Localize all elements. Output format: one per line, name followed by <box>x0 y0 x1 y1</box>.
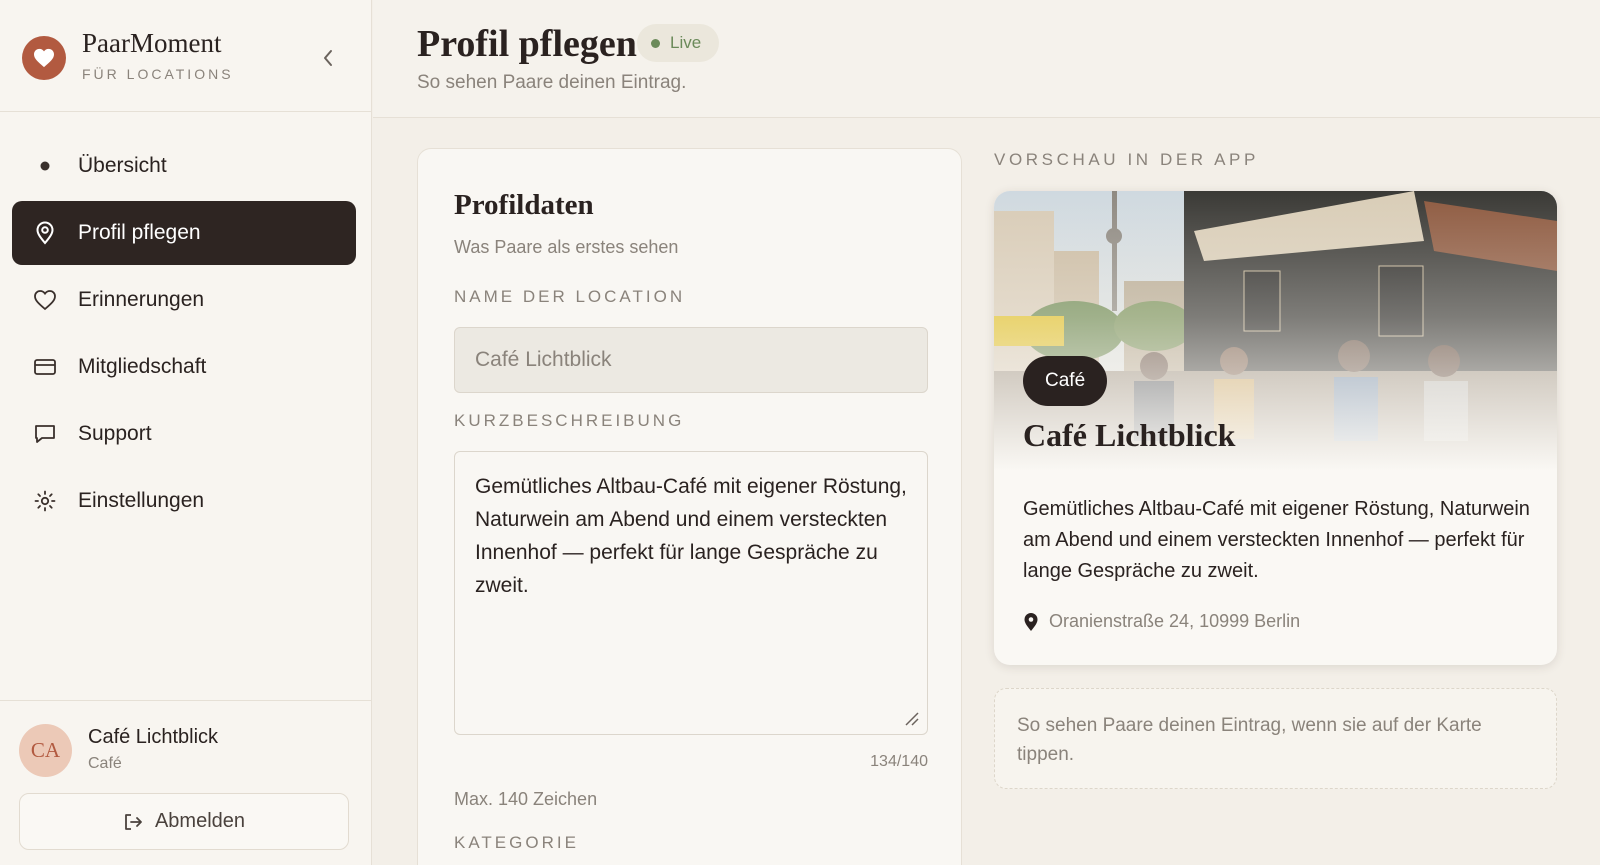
description-textarea[interactable]: Gemütliches Altbau-Café mit eigener Röst… <box>454 451 928 735</box>
status-dot-icon <box>651 38 660 48</box>
brand-header: PaarMoment FÜR LOCATIONS <box>0 0 371 112</box>
logout-button[interactable]: Abmelden <box>19 793 349 850</box>
preview-note: So sehen Paare deinen Eintrag, wenn sie … <box>994 688 1557 789</box>
sidebar-footer: CA Café Lichtblick Café Abmelden <box>0 700 372 865</box>
profile-form-card: Profildaten Was Paare als erstes sehen N… <box>417 148 962 865</box>
sidebar-item-support[interactable]: Support <box>12 402 356 466</box>
sidebar-item-uebersicht[interactable]: Übersicht <box>12 134 356 198</box>
location-name-input[interactable] <box>454 327 928 393</box>
map-pin-icon <box>1023 612 1039 632</box>
status-label: Live <box>670 33 702 52</box>
sidebar-item-erinnerungen[interactable]: Erinnerungen <box>12 268 356 332</box>
page-header: Profil pflegen Live So sehen Paare deine… <box>373 0 1600 118</box>
dot-icon <box>32 153 58 179</box>
app-preview-card: Café Café Lichtblick Gemütliches Altbau-… <box>994 191 1557 665</box>
name-field-label: NAME DER LOCATION <box>454 287 686 306</box>
category-field-label: KATEGORIE <box>454 833 579 852</box>
heart-logo-icon <box>22 36 66 80</box>
preview-address: Oranienstraße 24, 10999 Berlin <box>1023 611 1300 632</box>
sidebar-item-label: Support <box>78 422 152 445</box>
brand-subtitle: FÜR LOCATIONS <box>82 66 234 82</box>
address-text: Oranienstraße 24, 10999 Berlin <box>1049 611 1301 631</box>
sidebar-item-label: Profil pflegen <box>78 221 201 244</box>
avatar: CA <box>19 724 72 777</box>
logout-icon <box>123 812 143 832</box>
sidebar-item-profil[interactable]: Profil pflegen <box>12 201 356 265</box>
sidebar-item-label: Einstellungen <box>78 489 205 512</box>
category-badge: Café <box>1023 356 1108 406</box>
brand-name: PaarMoment <box>82 28 222 58</box>
status-badge: Live <box>637 24 720 62</box>
card-subtitle: Was Paare als erstes sehen <box>454 237 679 257</box>
sidebar-item-einstellungen[interactable]: Einstellungen <box>12 469 356 533</box>
collapse-sidebar-button[interactable] <box>316 46 340 70</box>
map-pin-icon <box>32 220 58 246</box>
sidebar-nav: Übersicht Profil pflegen Erinnerungen Mi… <box>12 134 356 536</box>
preview-heading: VORSCHAU IN DER APP <box>994 150 1259 169</box>
logout-label: Abmelden <box>154 810 246 832</box>
credit-card-icon <box>32 354 58 380</box>
page-subtitle: So sehen Paare deinen Eintrag. <box>417 72 687 93</box>
sidebar: PaarMoment FÜR LOCATIONS Übersicht Profi… <box>0 0 372 865</box>
sidebar-item-label: Erinnerungen <box>78 288 205 311</box>
chat-icon <box>32 421 58 447</box>
chevron-left-icon <box>324 50 332 66</box>
user-role: Café <box>88 755 122 772</box>
resize-handle-icon[interactable] <box>904 711 920 732</box>
character-hint: Max. 140 Zeichen <box>454 789 598 809</box>
sidebar-item-mitgliedschaft[interactable]: Mitgliedschaft <box>12 335 356 399</box>
preview-location-name: Café Lichtblick <box>1023 417 1236 453</box>
description-field-label: KURZBESCHREIBUNG <box>454 411 685 430</box>
preview-description: Gemütliches Altbau-Café mit eigener Röst… <box>1023 498 1530 582</box>
card-title: Profildaten <box>454 189 594 221</box>
page-title: Profil pflegen <box>417 23 637 65</box>
heart-icon <box>32 287 58 313</box>
sidebar-item-label: Mitgliedschaft <box>78 355 207 378</box>
gear-icon <box>32 488 58 514</box>
user-name: Café Lichtblick <box>88 726 219 748</box>
character-counter: 134/140 <box>870 753 928 770</box>
sidebar-item-label: Übersicht <box>78 154 167 177</box>
